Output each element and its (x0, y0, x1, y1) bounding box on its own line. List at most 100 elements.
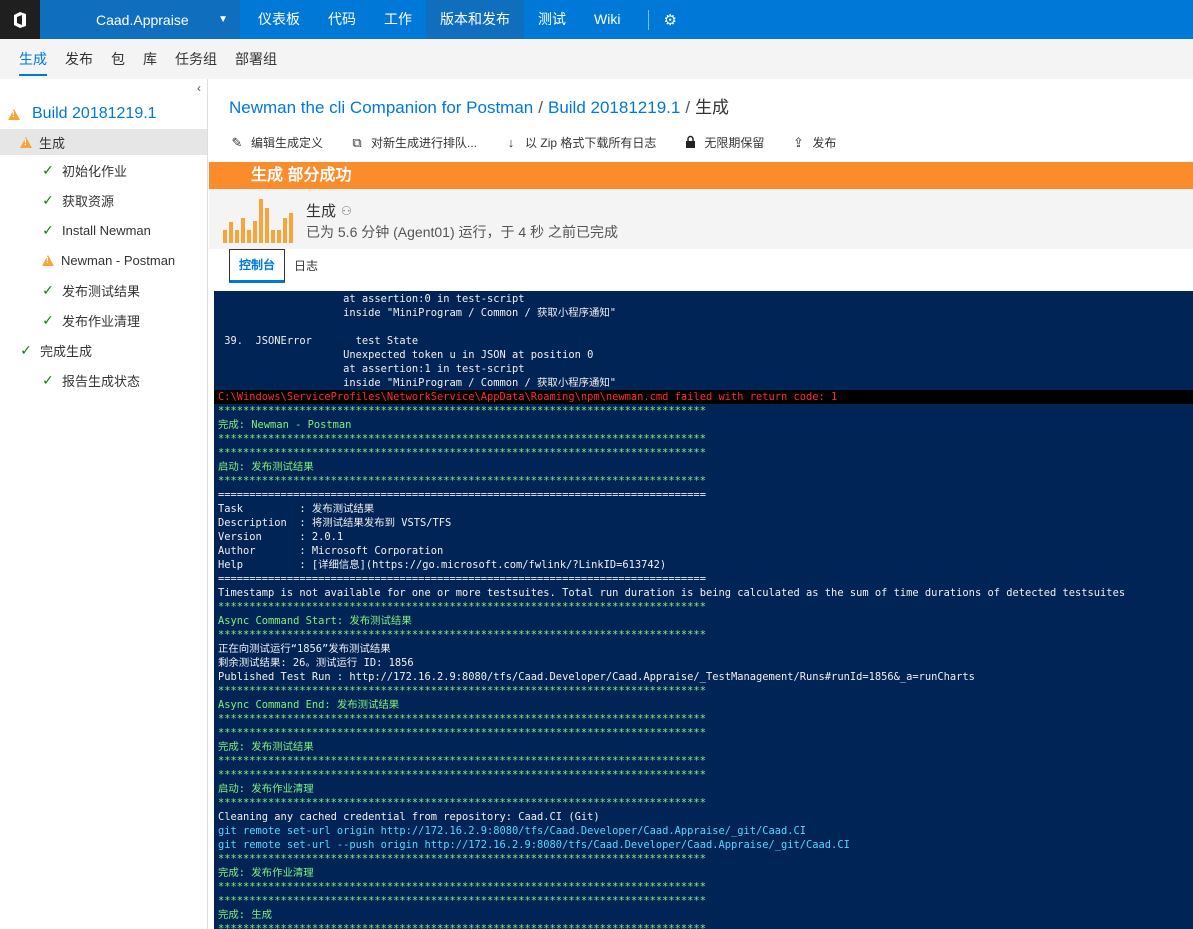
step-label: 完成生成 (40, 343, 93, 359)
console-output[interactable]: at assertion:0 in test-script inside "Mi… (214, 291, 1193, 929)
lock-icon (682, 135, 698, 151)
nav-dashboard[interactable]: 仪表板 (244, 0, 314, 39)
subnav-deployment-groups[interactable]: 部署组 (226, 39, 286, 79)
collapse-sidebar-icon[interactable]: ‹ (197, 81, 201, 95)
nav-code[interactable]: 代码 (314, 0, 370, 39)
tab-console[interactable]: 控制台 (229, 249, 286, 283)
step-build[interactable]: 生成 (0, 129, 207, 155)
nav-work[interactable]: 工作 (370, 0, 426, 39)
step-label: 报告生成状态 (62, 373, 141, 389)
nav-build-release[interactable]: 版本和发布 (426, 0, 524, 39)
top-navigation-bar: Caad.Appraise ▼ 仪表板 代码 工作 版本和发布 测试 Wiki … (0, 0, 1193, 39)
project-selector[interactable]: Caad.Appraise ▼ (40, 0, 240, 39)
subnav-library[interactable]: 库 (134, 39, 166, 79)
vsts-logo-icon[interactable] (0, 0, 40, 39)
history-bar[interactable] (253, 221, 257, 243)
tab-logs[interactable]: 日志 (285, 249, 327, 283)
console-line: Cleaning any cached credential from repo… (218, 811, 600, 823)
release-label: 发布 (812, 136, 837, 150)
edit-definition-label: 编辑生成定义 (251, 136, 324, 150)
breadcrumb: Newman the cli Companion for Postman / Bui… (229, 98, 730, 117)
edit-definition-button[interactable]: ✎ 编辑生成定义 (229, 134, 323, 151)
subnav-builds[interactable]: 生成 (10, 39, 56, 79)
console-line: inside "MiniProgram / Common / 获取小程序通知" (218, 377, 617, 389)
console-line: 39. JSONError test State (218, 335, 419, 347)
console-line: ****************************************… (218, 797, 706, 809)
step-publish-test-results[interactable]: ✓ 发布测试结果 (0, 277, 207, 303)
console-line: ****************************************… (218, 433, 706, 445)
console-line: Author : Microsoft Corporation (218, 545, 444, 557)
console-line: Description : 将测试结果发布到 VSTS/TFS (218, 517, 452, 529)
build-title[interactable]: Build 20181219.1 (8, 105, 157, 123)
console-line: ****************************************… (218, 853, 706, 865)
step-post-job-cleanup[interactable]: ✓ 发布作业清理 (0, 307, 207, 333)
check-icon: ✓ (42, 221, 54, 238)
build-steps-sidebar: ‹ Build 20181219.1 生成 ✓ 初始化作业 ✓ 获取资源 ✓ I… (0, 79, 208, 929)
nav-test[interactable]: 测试 (524, 0, 580, 39)
history-bar[interactable] (223, 230, 227, 243)
project-name: Caad.Appraise (96, 11, 189, 28)
history-bar[interactable] (241, 218, 245, 243)
console-line: Help : [详细信息](https://go.microsoft.com/f… (218, 559, 667, 571)
history-bar[interactable] (259, 199, 263, 243)
step-label: Install Newman (62, 222, 151, 238)
step-initialize-job[interactable]: ✓ 初始化作业 (0, 157, 207, 183)
history-bar[interactable] (229, 222, 233, 243)
subnav-releases[interactable]: 发布 (56, 39, 102, 79)
warning-icon (20, 136, 32, 148)
build-status-banner: 生成 部分成功 (209, 162, 1193, 189)
console-line: ****************************************… (218, 601, 706, 613)
history-bar[interactable] (247, 230, 251, 243)
console-line: ****************************************… (218, 475, 706, 487)
check-icon: ✓ (42, 371, 54, 388)
subnav-packages[interactable]: 包 (102, 39, 134, 79)
step-label: Newman - Postman (61, 252, 176, 268)
step-report-build-status[interactable]: ✓ 报告生成状态 (0, 367, 207, 393)
queue-icon: ⧉ (352, 134, 362, 150)
download-logs-button[interactable]: ↓ 以 Zip 格式下载所有日志 (503, 134, 657, 151)
console-line: inside "MiniProgram / Common / 获取小程序通知" (218, 307, 617, 319)
build-history-chart[interactable] (223, 197, 303, 243)
step-newman-postman[interactable]: Newman - Postman (0, 247, 207, 273)
subnav-task-groups[interactable]: 任务组 (166, 39, 226, 79)
console-line: 完成: Newman - Postman (218, 419, 352, 431)
console-line: git remote set-url origin http://172.16.… (218, 825, 807, 837)
console-line: C:\Windows\ServiceProfiles\NetworkServic… (214, 390, 1193, 404)
console-line: Unexpected token u in JSON at position 0 (218, 349, 594, 361)
console-line: ****************************************… (218, 755, 706, 767)
sub-navigation: 生成 发布 包 库 任务组 部署组 (0, 39, 1193, 79)
check-icon: ✓ (42, 311, 54, 328)
console-line: ****************************************… (218, 769, 706, 781)
history-bar[interactable] (271, 230, 275, 243)
queue-new-build-button[interactable]: ⧉ 对新生成进行排队... (349, 134, 477, 151)
main-nav: 仪表板 代码 工作 版本和发布 测试 Wiki ⚙ (244, 0, 677, 39)
nav-wiki[interactable]: Wiki (580, 0, 634, 39)
breadcrumb-definition-link[interactable]: Newman the cli Companion for Postman (229, 98, 533, 117)
console-line: Timestamp is not available for one or mo… (218, 587, 1126, 599)
release-button[interactable]: ⇪ 发布 (790, 134, 836, 151)
retain-indefinitely-button[interactable]: 无限期保留 (682, 134, 764, 151)
step-finalize-build[interactable]: ✓ 完成生成 (0, 337, 207, 363)
console-line: ****************************************… (218, 685, 706, 697)
history-bar[interactable] (289, 213, 293, 243)
step-install-newman[interactable]: ✓ Install Newman (0, 217, 207, 243)
history-bar[interactable] (283, 218, 287, 243)
console-line: 正在向测试运行“1856”发布测试结果 (218, 643, 391, 655)
warning-icon (42, 254, 54, 266)
console-line: ****************************************… (218, 923, 706, 929)
console-line: ****************************************… (218, 713, 706, 725)
history-bar[interactable] (235, 230, 239, 243)
breadcrumb-build-link[interactable]: Build 20181219.1 (548, 98, 680, 117)
download-logs-label: 以 Zip 格式下载所有日志 (525, 136, 657, 150)
gear-icon[interactable]: ⚙ (663, 11, 676, 29)
console-line: 剩余测试结果: 26。测试运行 ID: 1856 (218, 657, 414, 669)
breadcrumb-current: 生成 (695, 98, 730, 117)
nav-divider (648, 9, 650, 30)
step-get-sources[interactable]: ✓ 获取资源 (0, 187, 207, 213)
console-line: ========================================… (218, 489, 706, 501)
history-bar[interactable] (277, 230, 281, 243)
console-line: Async Command Start: 发布测试结果 (218, 615, 412, 627)
summary-subtitle: 已为 5.6 分钟 (Agent01) 运行，于 4 秒 之前已完成 (306, 224, 618, 240)
history-bar[interactable] (265, 208, 269, 243)
